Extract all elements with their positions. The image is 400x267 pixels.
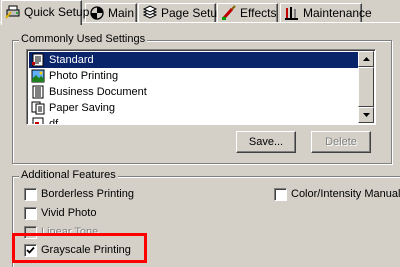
delete-button[interactable]: Delete (311, 131, 371, 153)
list-item-label: Paper Saving (49, 102, 116, 114)
list-item-business-document[interactable]: Business Document (29, 84, 359, 100)
custom-setting-icon (32, 117, 44, 124)
main-swirl-icon (90, 6, 104, 20)
checkbox-label: Color/Intensity Manual Ac (291, 188, 400, 200)
highlight-annotation-box (12, 233, 147, 263)
business-doc-icon (32, 85, 44, 99)
checkbox-box[interactable] (24, 206, 37, 220)
group-title: Additional Features (19, 169, 118, 181)
borderless-printing-checkbox[interactable]: Borderless Printing (24, 186, 134, 202)
scroll-down-button[interactable] (358, 107, 374, 123)
list-item-standard[interactable]: Standard (29, 52, 362, 68)
tab-maintenance[interactable]: Maintenance (280, 3, 372, 22)
effects-brush-icon (222, 5, 236, 20)
document-icon (32, 53, 44, 67)
scroll-thumb[interactable] (358, 67, 374, 107)
tab-page-setup[interactable]: Page Setup (138, 3, 224, 22)
page-setup-icon (142, 5, 158, 19)
save-button-label: Save... (248, 136, 284, 148)
settings-listbox[interactable]: Standard Photo Printing Business Documen… (26, 49, 376, 125)
paper-saving-icon (31, 101, 45, 115)
list-item-paper-saving[interactable]: Paper Saving (29, 100, 359, 116)
color-intensity-manual-checkbox[interactable]: Color/Intensity Manual Ac (274, 186, 400, 202)
save-button[interactable]: Save... (236, 131, 296, 153)
tab-effects[interactable]: Effects (217, 3, 278, 22)
arrow-up-icon (362, 57, 370, 61)
group-title: Commonly Used Settings (19, 33, 148, 45)
checkbox-label: Borderless Printing (41, 188, 134, 200)
tab-label: Page Setup (161, 6, 224, 20)
list-item-label: df (49, 118, 59, 125)
printer-properties-dialog: Quick Setup Main Page Setup Effects Main… (0, 0, 400, 267)
arrow-down-icon (362, 113, 370, 117)
settings-list-scrollbar[interactable] (358, 51, 374, 123)
delete-button-label: Delete (325, 136, 357, 148)
tab-label: Effects (240, 6, 277, 20)
list-item-label: Standard (49, 54, 94, 66)
tab-quick-setup[interactable]: Quick Setup (1, 0, 89, 25)
checkbox-label: Vivid Photo (41, 207, 97, 219)
photo-icon (31, 69, 45, 83)
list-item-label: Business Document (49, 86, 147, 98)
tab-label: Quick Setup (24, 4, 90, 19)
checkbox-box[interactable] (24, 187, 37, 201)
tab-main[interactable]: Main (85, 3, 137, 22)
list-item-photo-printing[interactable]: Photo Printing (29, 68, 359, 84)
checkbox-box[interactable] (274, 187, 287, 201)
tab-label: Maintenance (303, 6, 372, 20)
tab-strip: Quick Setup Main Page Setup Effects Main… (0, 0, 400, 25)
list-item-label: Photo Printing (49, 70, 119, 82)
vivid-photo-checkbox[interactable]: Vivid Photo (24, 205, 96, 221)
list-item-df[interactable]: df (29, 116, 359, 125)
printer-quick-icon (5, 5, 20, 19)
tab-label: Main (108, 6, 135, 20)
maintenance-tools-icon (285, 7, 298, 20)
scroll-up-button[interactable] (358, 51, 374, 67)
